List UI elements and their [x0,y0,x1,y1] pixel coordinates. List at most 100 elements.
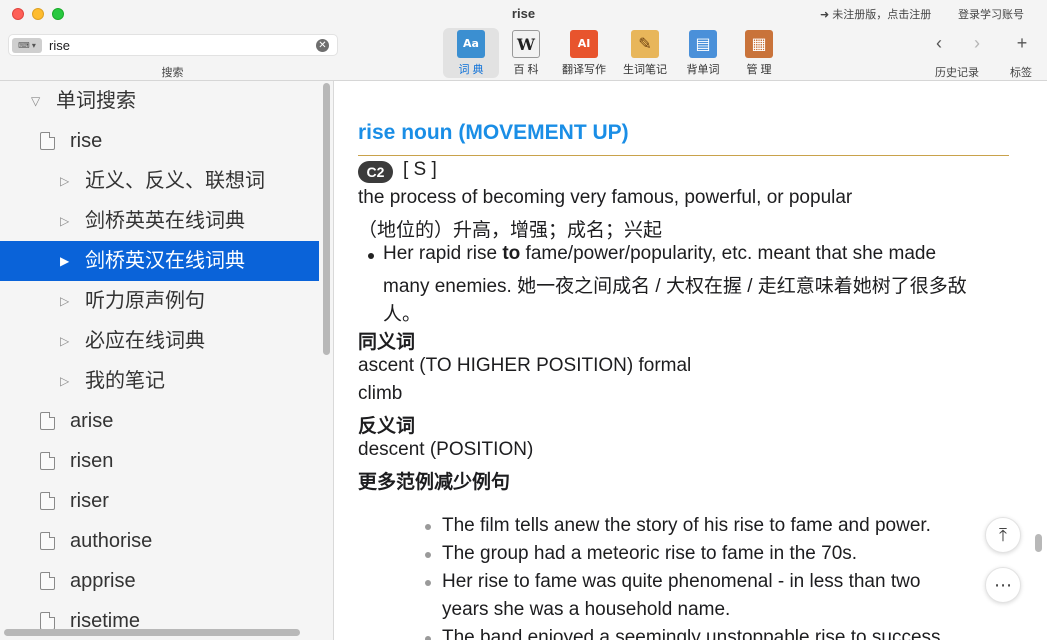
bullet-icon [425,580,431,586]
bullet-icon [425,524,431,530]
close-window-button[interactable] [12,8,24,20]
more-example-item-line2: years she was a household name. [442,599,731,620]
sidebar-vertical-scrollbar[interactable] [323,83,330,355]
more-examples-heading[interactable]: 更多范例减少例句 [358,467,510,494]
toolbar: rise ➜ 未注册版，点击注册 登录学习账号 ⌨ ▾ ✕ 搜索 Aa 词 典 … [0,0,1047,81]
entry-title: rise noun (MOVEMENT UP) [358,121,629,144]
login-link[interactable]: 登录学习账号 [958,6,1024,22]
sidebar-item-label: apprise [70,570,136,592]
bullet-icon [425,552,431,558]
synonym-item[interactable]: ascent (TO HIGHER POSITION) formal [358,355,691,377]
history-label: 历史记录 [935,67,979,79]
manage-icon: ▦ [745,30,773,58]
document-icon [40,572,55,590]
expand-right-icon[interactable]: ▶ [60,241,69,281]
level-badge: C2 [358,161,393,183]
search-field[interactable]: ⌨ ▾ ✕ [8,34,338,56]
expand-right-icon[interactable]: ▷ [60,161,69,201]
sidebar-item-label: 必应在线词典 [85,330,205,352]
more-example-item: The group had a meteoric rise to fame in… [442,543,858,564]
sidebar-item-rise[interactable]: rise [0,121,319,161]
sidebar-item-label: authorise [70,530,153,552]
antonym-item[interactable]: descent (POSITION) [358,439,533,461]
zoom-window-button[interactable] [52,8,64,20]
more-example-item: The film tells anew the story of his ris… [442,515,931,536]
expand-right-icon[interactable]: ▷ [60,281,69,321]
grammar-code: [ S ] [403,159,437,180]
back-to-top-icon[interactable]: ⤒ [985,517,1021,553]
synonym-item[interactable]: climb [358,383,402,405]
bullet-icon [368,253,374,259]
sidebar-item-cambridge-en-en[interactable]: ▷ 剑桥英英在线词典 [0,201,319,241]
more-example-item: The band enjoyed a seemingly unstoppable… [442,627,946,640]
back-icon[interactable]: ‹ [927,32,951,54]
notebook-icon: ✎ [631,30,659,58]
sidebar-item-riser[interactable]: riser [0,481,319,521]
sidebar-item-label: risen [70,450,114,472]
document-icon [40,452,55,470]
keyboard-icon[interactable]: ⌨ ▾ [12,38,42,53]
sidebar-item-label: 听力原声例句 [85,290,205,312]
sidebar-item-my-notes[interactable]: ▷ 我的笔记 [0,361,319,401]
more-options-icon[interactable]: ⋯ [985,567,1021,603]
document-icon [40,492,55,510]
antonyms-heading: 反义词 [358,416,416,437]
sidebar-item-apprise[interactable]: apprise [0,561,319,601]
sidebar-item-authorise[interactable]: authorise [0,521,319,561]
document-icon [40,612,55,630]
sidebar-item-thesaurus[interactable]: ▷ 近义、反义、联想词 [0,161,319,201]
sidebar: ▽ 单词搜索 rise ▷ 近义、反义、联想词 ▷ 剑桥英英在线词典 ▶ 剑桥英… [0,81,334,640]
sidebar-item-label: 单词搜索 [56,90,136,112]
bullet-icon [425,636,431,640]
sidebar-item-label: 近义、反义、联想词 [85,170,265,192]
tool-flashcard[interactable]: ▤ 背单词 [675,28,731,78]
entry-content: rise noun (MOVEMENT UP) C2 [ S ] the pro… [335,81,1047,640]
synonyms-heading: 同义词 [358,332,416,353]
clear-icon[interactable]: ✕ [316,39,329,52]
tool-wiki-label: 百 科 [513,64,539,76]
sidebar-item-label: riser [70,490,109,512]
sidebar-item-word-search[interactable]: ▽ 单词搜索 [0,81,319,121]
definition-zh: （地位的）升高，增强；成名；兴起 [358,220,663,241]
search-input[interactable] [49,36,309,54]
example-collocation: to [502,243,521,264]
example-sentence: Her rapid rise to fame/power/popularity,… [383,243,936,265]
tool-wiki[interactable]: W 百 科 [498,28,554,78]
sidebar-item-cambridge-en-zh[interactable]: ▶ 剑桥英汉在线词典 [0,241,319,281]
sidebar-item-label: 我的笔记 [85,370,165,392]
sidebar-item-label: 剑桥英英在线词典 [85,210,245,232]
expand-right-icon[interactable]: ▷ [60,361,69,401]
dictionary-icon: Aa [457,30,485,58]
content-scrollbar[interactable] [1035,534,1042,552]
sidebar-item-label: arise [70,410,114,432]
tool-translate[interactable]: AI 翻译写作 [556,28,612,78]
tool-notebook-label: 生词笔记 [623,64,667,76]
sidebar-item-bing-dictionary[interactable]: ▷ 必应在线词典 [0,321,319,361]
wiki-icon: W [512,30,540,58]
example-pre: Her rapid rise [383,243,503,264]
tool-manage[interactable]: ▦ 管 理 [731,28,787,78]
register-link[interactable]: ➜ 未注册版，点击注册 [820,6,931,22]
document-icon [40,412,55,430]
sidebar-horizontal-scrollbar[interactable] [4,629,300,636]
expand-right-icon[interactable]: ▷ [60,201,69,241]
title-divider [358,155,1009,156]
tool-manage-label: 管 理 [746,64,772,76]
forward-icon[interactable]: › [965,32,989,54]
example-sentence-line3: 人。 [383,304,422,325]
sidebar-item-label: rise [70,130,103,152]
tool-flashcard-label: 背单词 [686,64,720,76]
tool-dictionary-label: 词 典 [458,64,484,76]
sidebar-item-listening-examples[interactable]: ▷ 听力原声例句 [0,281,319,321]
tool-notebook[interactable]: ✎ 生词笔记 [617,28,673,78]
add-bookmark-icon[interactable]: + [1010,32,1034,54]
expand-down-icon[interactable]: ▽ [31,81,40,121]
sidebar-item-risen[interactable]: risen [0,441,319,481]
minimize-window-button[interactable] [32,8,44,20]
expand-right-icon[interactable]: ▷ [60,321,69,361]
tool-dictionary[interactable]: Aa 词 典 [443,28,499,78]
document-icon [40,532,55,550]
tool-translate-label: 翻译写作 [562,64,606,76]
sidebar-item-label: 剑桥英汉在线词典 [85,250,245,272]
sidebar-item-arise[interactable]: arise [0,401,319,441]
